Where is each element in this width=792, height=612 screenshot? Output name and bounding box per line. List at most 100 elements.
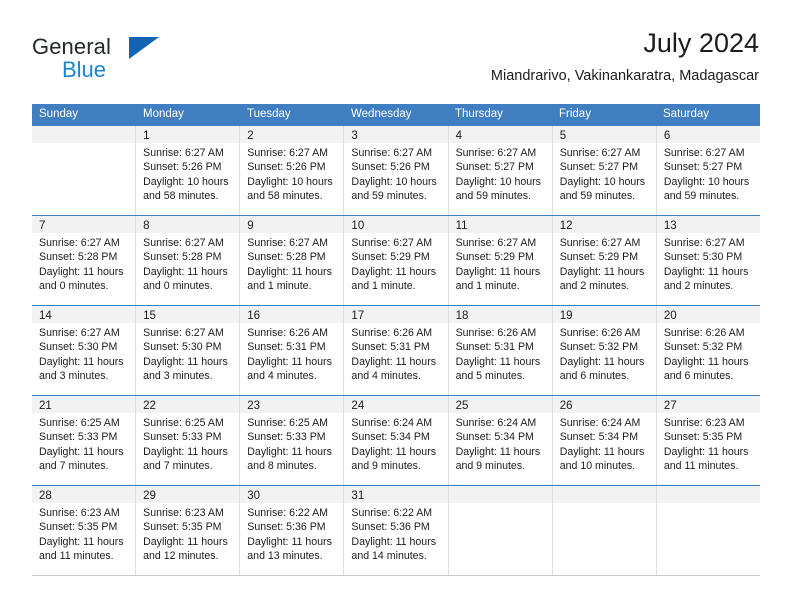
day-detail-line: and 6 minutes. — [559, 370, 630, 383]
day-number: 6 — [663, 130, 671, 142]
day-detail-line: Sunrise: 6:25 AM — [247, 417, 328, 429]
day-detail-line: Sunrise: 6:24 AM — [455, 417, 537, 429]
day-cell-27[interactable]: 27 Sunrise: 6:23 AM Sunset: 5:35 PM Dayligh… — [656, 396, 760, 485]
day-detail-line: Sunset: 5:26 PM — [143, 161, 222, 174]
day-detail-line: Sunrise: 6:27 AM — [247, 147, 328, 159]
day-detail-line: Sunset: 5:35 PM — [663, 431, 743, 444]
day-details: Sunrise: 6:24 AM Sunset: 5:34 PM Daylight:… — [553, 413, 656, 474]
day-cell-8[interactable]: 8 Sunrise: 6:27 AM Sunset: 5:28 PM Daylight… — [136, 216, 241, 305]
day-cell-12[interactable]: 12 Sunrise: 6:27 AM Sunset: 5:29 PM Dayligh… — [552, 216, 657, 305]
day-number-header: 21 — [32, 396, 136, 413]
day-detail-line: Daylight: 11 hours — [559, 445, 645, 458]
day-details: Sunrise: 6:27 AM Sunset: 5:27 PM Daylight:… — [449, 143, 552, 204]
day-detail-line: Sunset: 5:34 PM — [559, 431, 639, 444]
day-number: 11 — [455, 220, 468, 232]
day-cell-15[interactable]: 15 Sunrise: 6:27 AM Sunset: 5:30 PM Dayligh… — [136, 306, 241, 395]
day-cell-1[interactable]: 1 Sunrise: 6:27 AM Sunset: 5:26 PM Daylight… — [136, 126, 241, 215]
day-number: 21 — [39, 400, 52, 412]
day-details: Sunrise: 6:23 AM Sunset: 5:35 PM Daylight:… — [32, 503, 135, 564]
day-detail-line: and 2 minutes. — [663, 280, 734, 293]
day-number: 22 — [143, 400, 156, 412]
weekday-header-wednesday: Wednesday — [351, 108, 412, 120]
day-detail-line: Sunrise: 6:23 AM — [39, 507, 120, 519]
calendar-week-row: 28 Sunrise: 6:23 AM Sunset: 5:35 PM Dayligh… — [32, 485, 760, 576]
day-details: Sunrise: 6:27 AM Sunset: 5:28 PM Daylight:… — [136, 233, 239, 294]
day-cell-23[interactable]: 23 Sunrise: 6:25 AM Sunset: 5:33 PM Dayligh… — [240, 396, 345, 485]
day-cell-22[interactable]: 22 Sunrise: 6:25 AM Sunset: 5:33 PM Dayligh… — [136, 396, 241, 485]
day-detail-line: Daylight: 11 hours — [143, 355, 228, 368]
day-details — [657, 503, 760, 506]
day-number-header — [448, 486, 552, 503]
day-number-header: 5 — [552, 126, 656, 143]
day-number-header: 27 — [656, 396, 760, 413]
weekday-header-sunday: Sunday — [39, 108, 79, 120]
day-detail-line: Sunrise: 6:27 AM — [351, 237, 433, 249]
day-number: 24 — [351, 400, 365, 412]
day-cell-16[interactable]: 16 Sunrise: 6:26 AM Sunset: 5:31 PM Dayligh… — [240, 306, 345, 395]
day-detail-line: Sunrise: 6:27 AM — [143, 327, 224, 339]
day-cell-11[interactable]: 11 Sunrise: 6:27 AM Sunset: 5:29 PM Dayligh… — [448, 216, 553, 305]
day-cell-30[interactable]: 30 Sunrise: 6:22 AM Sunset: 5:36 PM Dayligh… — [240, 486, 345, 575]
day-cell-2[interactable]: 2 Sunrise: 6:27 AM Sunset: 5:26 PM Daylight… — [240, 126, 345, 215]
day-detail-line: and 8 minutes. — [247, 460, 317, 473]
day-number-header: 7 — [32, 216, 136, 233]
day-detail-line: Daylight: 10 hours — [351, 175, 437, 188]
day-detail-line: Sunset: 5:32 PM — [663, 341, 743, 354]
generalblue-logo[interactable]: General Blue — [32, 34, 162, 90]
day-detail-line: Sunset: 5:26 PM — [247, 161, 326, 174]
day-detail-line: Sunset: 5:27 PM — [455, 161, 534, 174]
day-cell-6[interactable]: 6 Sunrise: 6:27 AM Sunset: 5:27 PM Daylight… — [656, 126, 760, 215]
day-cell-18[interactable]: 18 Sunrise: 6:26 AM Sunset: 5:31 PM Dayligh… — [448, 306, 553, 395]
day-detail-line: Sunrise: 6:26 AM — [559, 327, 641, 339]
day-detail-line: Sunrise: 6:27 AM — [455, 237, 537, 249]
day-detail-line: and 11 minutes. — [663, 460, 739, 473]
day-cell-5[interactable]: 5 Sunrise: 6:27 AM Sunset: 5:27 PM Daylight… — [552, 126, 657, 215]
page-title: July 2024 — [643, 28, 759, 58]
day-cell-14[interactable]: 14 Sunrise: 6:27 AM Sunset: 5:30 PM Dayligh… — [32, 306, 137, 395]
day-cell-21[interactable]: 21 Sunrise: 6:25 AM Sunset: 5:33 PM Dayligh… — [32, 396, 137, 485]
day-detail-line: Sunset: 5:30 PM — [39, 341, 118, 354]
day-detail-line: and 1 minute. — [351, 280, 416, 293]
day-number: 31 — [351, 490, 365, 502]
day-details — [32, 143, 135, 146]
day-number: 13 — [663, 220, 677, 232]
day-detail-line: Daylight: 11 hours — [247, 355, 332, 368]
day-detail-line: Sunset: 5:31 PM — [247, 341, 326, 354]
day-detail-line: Sunset: 5:27 PM — [663, 161, 743, 174]
day-detail-line: Sunrise: 6:27 AM — [559, 237, 641, 249]
weekday-header-row: Sunday Monday Tuesday Wednesday Thursday Frid… — [32, 104, 760, 125]
day-detail-line: and 59 minutes. — [351, 190, 427, 203]
day-cell-29[interactable]: 29 Sunrise: 6:23 AM Sunset: 5:35 PM Dayligh… — [136, 486, 241, 575]
day-details: Sunrise: 6:26 AM Sunset: 5:31 PM Daylight:… — [344, 323, 447, 384]
day-cell-3[interactable]: 3 Sunrise: 6:27 AM Sunset: 5:26 PM Daylight… — [344, 126, 449, 215]
day-cell-4[interactable]: 4 Sunrise: 6:27 AM Sunset: 5:27 PM Daylight… — [448, 126, 553, 215]
day-cell-10[interactable]: 10 Sunrise: 6:27 AM Sunset: 5:29 PM Dayligh… — [344, 216, 449, 305]
day-cell-26[interactable]: 26 Sunrise: 6:24 AM Sunset: 5:34 PM Dayligh… — [552, 396, 657, 485]
day-cell-24[interactable]: 24 Sunrise: 6:24 AM Sunset: 5:34 PM Dayligh… — [344, 396, 449, 485]
day-number: 29 — [143, 490, 156, 502]
day-detail-line: Daylight: 11 hours — [559, 265, 645, 278]
day-detail-line: and 4 minutes. — [247, 370, 317, 383]
calendar-week-row: 1 Sunrise: 6:27 AM Sunset: 5:26 PM Daylight… — [32, 125, 760, 215]
day-detail-line: Sunrise: 6:22 AM — [247, 507, 328, 519]
day-detail-line: Sunrise: 6:24 AM — [351, 417, 433, 429]
day-cell-19[interactable]: 19 Sunrise: 6:26 AM Sunset: 5:32 PM Dayligh… — [552, 306, 657, 395]
day-cell-9[interactable]: 9 Sunrise: 6:27 AM Sunset: 5:28 PM Daylight… — [240, 216, 345, 305]
day-details: Sunrise: 6:27 AM Sunset: 5:28 PM Daylight:… — [32, 233, 135, 294]
day-details: Sunrise: 6:25 AM Sunset: 5:33 PM Daylight:… — [32, 413, 135, 474]
day-cell-28[interactable]: 28 Sunrise: 6:23 AM Sunset: 5:35 PM Dayligh… — [32, 486, 137, 575]
day-cell-7[interactable]: 7 Sunrise: 6:27 AM Sunset: 5:28 PM Daylight… — [32, 216, 137, 305]
day-detail-line: Sunset: 5:35 PM — [39, 521, 118, 534]
calendar-grid: Sunday Monday Tuesday Wednesday Thursday Frid… — [32, 104, 760, 576]
day-cell-17[interactable]: 17 Sunrise: 6:26 AM Sunset: 5:31 PM Dayligh… — [344, 306, 449, 395]
day-details: Sunrise: 6:24 AM Sunset: 5:34 PM Daylight:… — [344, 413, 447, 474]
day-number-header: 3 — [344, 126, 448, 143]
day-cell-31[interactable]: 31 Sunrise: 6:22 AM Sunset: 5:36 PM Dayligh… — [344, 486, 449, 575]
day-cell-20[interactable]: 20 Sunrise: 6:26 AM Sunset: 5:32 PM Dayligh… — [656, 306, 760, 395]
day-detail-line: Daylight: 11 hours — [39, 265, 124, 278]
day-detail-line: Daylight: 11 hours — [39, 445, 124, 458]
day-cell-25[interactable]: 25 Sunrise: 6:24 AM Sunset: 5:34 PM Dayligh… — [448, 396, 553, 485]
day-detail-line: and 11 minutes. — [39, 550, 114, 563]
day-detail-line: Daylight: 11 hours — [351, 445, 437, 458]
day-cell-13[interactable]: 13 Sunrise: 6:27 AM Sunset: 5:30 PM Dayligh… — [656, 216, 760, 305]
